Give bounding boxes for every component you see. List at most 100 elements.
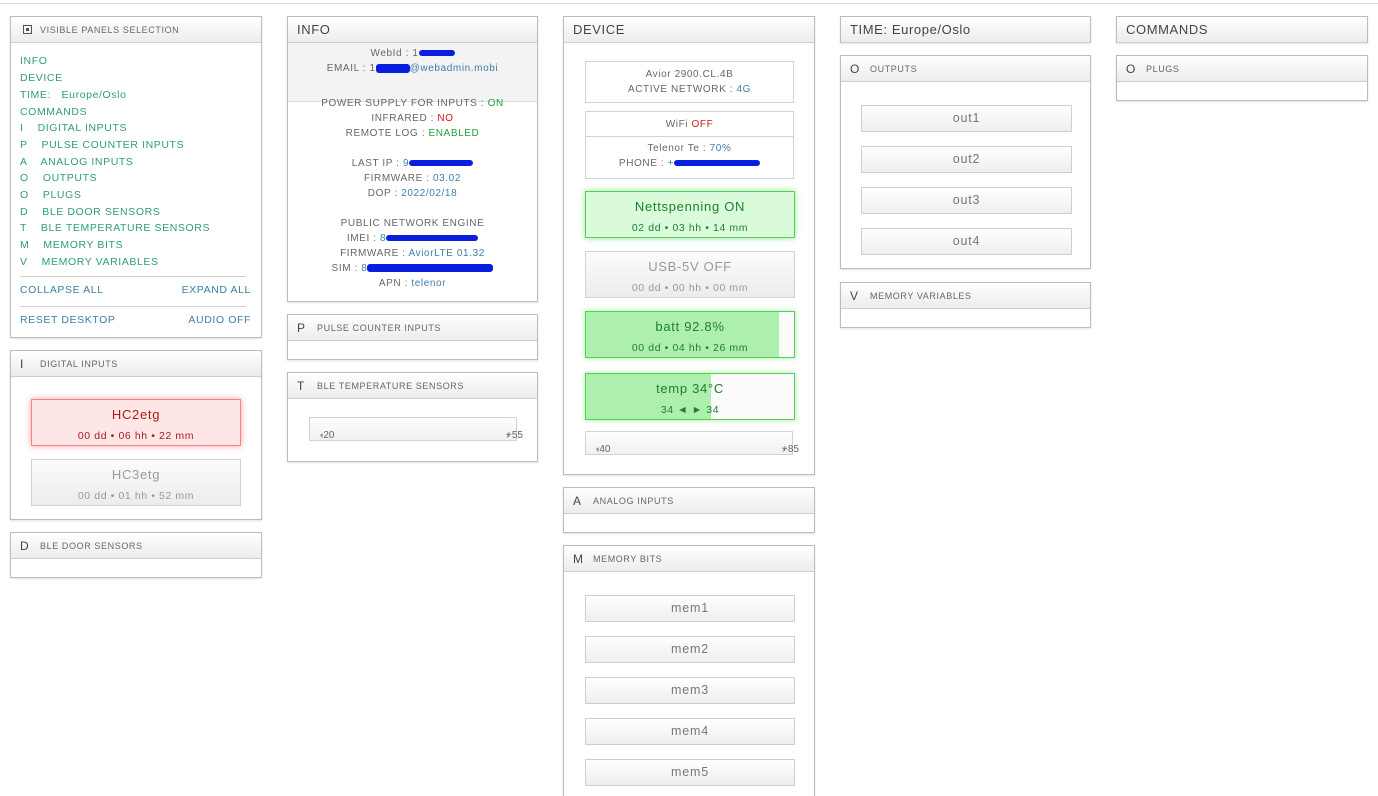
outputs-panel: O OUTPUTS out1 out2 out3 out4 [840,55,1091,269]
plugs-header[interactable]: O PLUGS [1117,56,1367,82]
memory-bit-mem4[interactable]: mem4 [585,718,795,745]
visible-item-commands[interactable]: COMMANDS [20,106,87,118]
wifi-value: OFF [691,119,714,130]
apn-row: APN : telenor [288,278,537,289]
visible-item-memory-variables[interactable]: V MEMORY VARIABLES [20,256,159,268]
remote-log-label: REMOTE LOG : [345,128,429,139]
tile-name: USB-5V OFF [648,259,732,274]
network-firmware-value: AviorLTE 01.32 [408,248,485,259]
device-tile-nettspenning[interactable]: Nettspenning ON 02 dd • 03 hh • 14 mm [585,191,795,238]
device-panel: DEVICE Avior 2900.CL.4B ACTIVE NETWORK :… [563,16,815,475]
visible-panels-title: VISIBLE PANELS SELECTION [40,24,180,35]
digital-inputs-header[interactable]: I DIGITAL INPUTS [11,351,261,377]
memory-bits-header[interactable]: M MEMORY BITS [564,546,814,572]
ble-temperature-sensors-title: BLE TEMPERATURE SENSORS [317,380,464,391]
active-network-row: ACTIVE NETWORK : 4G [586,84,793,95]
dop-label: DOP : [367,188,402,199]
info-title: INFO [297,22,331,37]
visible-item-plugs[interactable]: O PLUGS [20,189,81,201]
phone-row: PHONE : + [586,158,793,169]
ble-door-sensors-header[interactable]: D BLE DOOR SENSORS [11,533,261,559]
power-supply-label: POWER SUPPLY FOR INPUTS : [321,98,488,109]
device-temperature-range[interactable]: ‹ -40 +85 › [585,431,799,455]
visible-item-device[interactable]: DEVICE [20,72,63,84]
info-panel: INFO WebId : 1 EMAIL : 1 @webadmin.mobi P… [287,16,538,302]
output-out2[interactable]: out2 [861,146,1072,173]
firmware-value: 03.02 [432,173,462,184]
analog-inputs-header[interactable]: A ANALOG INPUTS [564,488,814,514]
visible-item-digital-inputs[interactable]: I DIGITAL INPUTS [20,122,127,134]
phone-label: PHONE : [618,158,668,169]
tile-time: 00 dd • 04 hh • 26 mm [631,342,749,354]
time-header[interactable]: TIME: Europe/Oslo [841,17,1090,43]
remote-log-value: ENABLED [428,128,480,139]
imei-label: IMEI : [346,233,380,244]
webid-row: WebId : 1 [288,48,537,59]
commands-title: COMMANDS [1126,22,1209,37]
power-supply-value: ON [487,98,504,109]
infrared-row: INFRARED : NO [288,113,537,124]
panel-letter: M [573,551,583,566]
visible-item-ble-door-sensors[interactable]: D BLE DOOR SENSORS [20,206,160,218]
device-model: Avior 2900.CL.4B [645,69,734,80]
tile-name: Nettspenning ON [634,199,746,214]
visible-item-ble-temperature-sensors[interactable]: T BLE TEMPERATURE SENSORS [20,222,210,234]
range-min-value: -40 [596,444,611,455]
apn-value: telenor [411,278,447,289]
visible-item-info[interactable]: INFO [20,55,47,67]
ble-temperature-range[interactable]: ‹ -20 +55 › [309,417,523,441]
device-tile-usb-5v[interactable]: USB-5V OFF 00 dd • 00 hh • 00 mm [585,251,795,298]
carrier-label: Telenor Te : [647,143,710,154]
visible-item-pulse-counter-inputs[interactable]: P PULSE COUNTER INPUTS [20,139,184,151]
tile-name: batt 92.8% [655,319,725,334]
info-header[interactable]: INFO [288,17,537,43]
visible-item-outputs[interactable]: O OUTPUTS [20,172,97,184]
visible-item-time[interactable]: TIME: Europe/Oslo [20,89,127,101]
collapse-all-button[interactable]: COLLAPSE ALL [20,284,104,296]
memory-bits-panel: M MEMORY BITS mem1 mem2 mem3 mem4 mem5 [563,545,815,796]
panel-toggle-icon[interactable] [23,25,32,34]
panel-letter: O [1126,61,1136,76]
memory-variables-header[interactable]: V MEMORY VARIABLES [841,283,1090,309]
digital-inputs-panel: I DIGITAL INPUTS HC2etg 00 dd • 06 hh • … [10,350,262,520]
tile-time: 34 ◄ ► 34 [660,404,720,416]
pulse-counter-inputs-header[interactable]: P PULSE COUNTER INPUTS [288,315,537,341]
device-tile-temperature[interactable]: temp 34°C 34 ◄ ► 34 [585,373,795,420]
pulse-counter-inputs-panel: P PULSE COUNTER INPUTS [287,314,538,360]
output-out4[interactable]: out4 [861,228,1072,255]
visible-item-analog-inputs[interactable]: A ANALOG INPUTS [20,156,134,168]
expand-all-button[interactable]: EXPAND ALL [182,284,251,296]
apn-label: APN : [378,278,412,289]
visible-panels-header[interactable]: VISIBLE PANELS SELECTION [11,17,261,43]
outputs-header[interactable]: O OUTPUTS [841,56,1090,82]
ble-door-sensors-title: BLE DOOR SENSORS [40,540,143,551]
device-title: DEVICE [573,22,626,37]
visible-item-memory-bits[interactable]: M MEMORY BITS [20,239,123,251]
reset-desktop-button[interactable]: RESET DESKTOP [20,314,116,326]
plugs-title: PLUGS [1146,63,1180,74]
tile-time: 00 dd • 06 hh • 22 mm [77,430,195,442]
memory-bit-mem1[interactable]: mem1 [585,595,795,622]
ble-temperature-sensors-header[interactable]: T BLE TEMPERATURE SENSORS [288,373,537,399]
sim-label: SIM : [331,263,362,274]
audio-off-button[interactable]: AUDIO OFF [188,314,251,326]
memory-bit-mem3[interactable]: mem3 [585,677,795,704]
email-value-start: 1 [369,63,376,74]
device-tile-battery[interactable]: batt 92.8% 00 dd • 04 hh • 26 mm [585,311,795,358]
device-header[interactable]: DEVICE [564,17,814,43]
output-out3[interactable]: out3 [861,187,1072,214]
redaction-mark [674,160,761,167]
memory-bit-mem2[interactable]: mem2 [585,636,795,663]
dop-row: DOP : 2022/02/18 [288,188,537,199]
infrared-value: NO [437,113,454,124]
visible-panels-selection-panel: VISIBLE PANELS SELECTION INFO DEVICE TIM… [10,16,262,338]
memory-bit-mem5[interactable]: mem5 [585,759,795,786]
commands-header[interactable]: COMMANDS [1117,17,1367,43]
output-out1[interactable]: out1 [861,105,1072,132]
public-network-engine-heading: PUBLIC NETWORK ENGINE [340,218,485,229]
cellular-box: Telenor Te : 70% PHONE : + [585,137,794,179]
digital-input-tile-hc2etg[interactable]: HC2etg 00 dd • 06 hh • 22 mm [31,399,241,446]
device-model-box: Avior 2900.CL.4B ACTIVE NETWORK : 4G [585,61,794,103]
memory-bits-title: MEMORY BITS [593,553,663,564]
digital-input-tile-hc3etg[interactable]: HC3etg 00 dd • 01 hh • 52 mm [31,459,241,506]
